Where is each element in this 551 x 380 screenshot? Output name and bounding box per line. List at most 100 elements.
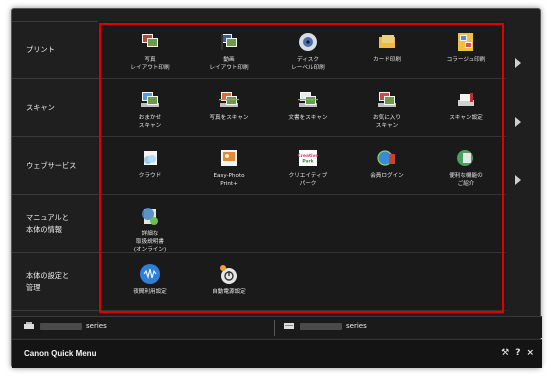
category-label-line: 本体の設定と bbox=[26, 270, 70, 280]
creative-park-icon: CreativePark bbox=[298, 150, 319, 166]
scanner-device[interactable]: series bbox=[284, 322, 367, 330]
function-label: 写真をスキャン bbox=[209, 115, 249, 121]
function-button-cloud[interactable]: クラウド bbox=[110, 147, 190, 180]
function-button-online-manual[interactable]: 詳細な 取扱説明書 (オンライン) bbox=[110, 205, 190, 254]
auto-power-icon bbox=[220, 265, 237, 284]
quiet-mode-icon bbox=[140, 264, 160, 284]
cloud-icon bbox=[144, 151, 157, 165]
category-label: プリント bbox=[26, 44, 55, 56]
function-button-document-scan[interactable]: 文書をスキャン bbox=[268, 89, 348, 122]
photo-layout-print-icon bbox=[142, 34, 158, 47]
function-button-quiet-mode[interactable]: 夜間利用設定 bbox=[110, 263, 190, 296]
function-row-2: クラウド Easy-Photo Print+ Creative Park クリエイティブパ… bbox=[98, 137, 506, 195]
device-name-redacted bbox=[300, 322, 342, 330]
scanner-icon bbox=[284, 323, 294, 329]
category-label-line: 管理 bbox=[26, 282, 41, 292]
function-label: ディスク bbox=[297, 57, 319, 63]
function-button-auto-scan[interactable]: おまかせ スキャン bbox=[110, 89, 190, 130]
function-label: 文書をスキャン bbox=[288, 115, 328, 121]
scroll-right-arrow-web[interactable] bbox=[515, 175, 521, 185]
function-label: クラウド bbox=[138, 173, 162, 179]
function-button-video-layout-print[interactable]: 動画 レイアウト印刷 bbox=[189, 31, 269, 72]
function-button-scan-settings[interactable]: スキャン設定 bbox=[426, 89, 506, 122]
function-label: スキャン設定 bbox=[449, 115, 483, 121]
category-label: マニュアルと 本体の情報 bbox=[26, 212, 69, 236]
function-button-card-print[interactable]: カード印刷 bbox=[347, 31, 427, 64]
function-label: 会員ログイン bbox=[370, 173, 404, 179]
footer-tools: ⚒ ? × bbox=[501, 348, 534, 358]
function-row-0: 写真 レイアウト印刷 動画 レイアウト印刷 ディスク レーベル印刷 カード印刷 コラージュ印刷 bbox=[98, 21, 506, 79]
function-label: クリエイティブ bbox=[288, 173, 328, 179]
function-row-1: おまかせ スキャン 写真をスキャン 文書をスキャン お気に入り スキャン スキャン設定 bbox=[98, 79, 506, 137]
function-label: スキャン bbox=[138, 123, 162, 129]
function-button-photo-layout-print[interactable]: 写真 レイアウト印刷 bbox=[110, 31, 190, 72]
easy-photoprint-icon bbox=[221, 150, 237, 166]
collage-print-icon bbox=[458, 33, 473, 51]
function-button-easy-photoprint[interactable]: Easy-Photo Print+ bbox=[189, 147, 269, 188]
category-1: スキャン bbox=[12, 79, 98, 137]
function-label: 夜間利用設定 bbox=[133, 289, 167, 295]
category-2: ウェブサービス bbox=[12, 137, 98, 195]
function-label: 写真 bbox=[144, 57, 156, 63]
function-grid: 写真 レイアウト印刷 動画 レイアウト印刷 ディスク レーベル印刷 カード印刷 コラージュ印刷… bbox=[98, 21, 506, 313]
useful-features-icon bbox=[457, 150, 473, 166]
disc-label-print-icon bbox=[299, 33, 317, 51]
function-label: レイアウト印刷 bbox=[209, 65, 249, 71]
function-label: 詳細な bbox=[141, 231, 159, 237]
category-label: スキャン bbox=[26, 102, 55, 114]
device-series-label: series bbox=[346, 322, 367, 330]
device-name-redacted bbox=[40, 322, 82, 330]
settings-icon[interactable]: ⚒ bbox=[501, 348, 509, 358]
function-label: 取扱説明書 bbox=[136, 239, 164, 245]
online-manual-icon bbox=[142, 208, 158, 225]
function-label: Easy-Photo bbox=[213, 173, 245, 179]
function-button-photo-scan[interactable]: 写真をスキャン bbox=[189, 89, 269, 122]
function-label: パーク bbox=[299, 181, 317, 187]
printer-device[interactable]: series bbox=[24, 322, 107, 330]
function-label: 自動電源設定 bbox=[212, 289, 246, 295]
device-bar: series series bbox=[12, 316, 542, 338]
close-icon[interactable]: × bbox=[526, 348, 534, 358]
function-label: レーベル印刷 bbox=[291, 65, 325, 71]
device-divider bbox=[274, 320, 275, 336]
function-label: お気に入り bbox=[373, 115, 401, 121]
category-label-line: マニュアルと bbox=[26, 212, 69, 222]
function-label: ご紹介 bbox=[457, 181, 475, 187]
category-label-line: ウェブサービス bbox=[26, 160, 77, 170]
help-icon[interactable]: ? bbox=[515, 348, 520, 358]
function-button-member-login[interactable]: 会員ログイン bbox=[347, 147, 427, 180]
function-label: 動画 bbox=[223, 57, 235, 63]
function-button-collage-print[interactable]: コラージュ印刷 bbox=[426, 31, 506, 64]
scroll-right-arrow-print[interactable] bbox=[515, 58, 521, 68]
function-label: 便利な機能の bbox=[449, 173, 483, 179]
function-button-auto-power[interactable]: 自動電源設定 bbox=[189, 263, 269, 296]
function-label: コラージュ印刷 bbox=[446, 57, 486, 63]
category-label-line: スキャン bbox=[26, 102, 55, 112]
app-title: Canon Quick Menu bbox=[24, 349, 97, 358]
category-column: プリントスキャンウェブサービスマニュアルと 本体の情報本体の設定と 管理 bbox=[12, 21, 98, 311]
printer-icon bbox=[24, 322, 34, 329]
function-button-disc-label-print[interactable]: ディスクレーベル印刷 bbox=[268, 31, 348, 72]
scan-settings-icon bbox=[458, 93, 474, 106]
video-layout-print-icon bbox=[221, 34, 237, 50]
creative-park-logo-text: Creative bbox=[298, 153, 319, 159]
document-scan-icon bbox=[298, 92, 318, 107]
category-4: 本体の設定と 管理 bbox=[12, 253, 98, 311]
creative-park-logo-text: Park bbox=[302, 159, 313, 165]
function-button-creative-park[interactable]: Creative Park クリエイティブ パーク bbox=[268, 147, 348, 188]
function-button-useful-features[interactable]: 便利な機能の ご紹介 bbox=[426, 147, 506, 188]
function-label: スキャン bbox=[375, 123, 399, 129]
function-button-favorite-scan[interactable]: お気に入り スキャン bbox=[347, 89, 427, 130]
member-login-icon bbox=[377, 150, 395, 166]
category-0: プリント bbox=[12, 21, 98, 79]
function-label: カード印刷 bbox=[373, 57, 401, 63]
card-print-icon bbox=[379, 35, 395, 48]
scroll-right-arrow-scan[interactable] bbox=[515, 117, 521, 127]
function-label: おまかせ bbox=[138, 115, 162, 121]
auto-scan-icon bbox=[141, 92, 159, 107]
quick-menu-window: プリント スキャン ウェブサービス マニュアルと 本体の情報 本体の設定と 管理 写真 レイア… bbox=[11, 8, 542, 368]
footer-bar: Canon Quick Menu ⚒ ? × bbox=[12, 339, 542, 368]
favorite-scan-icon bbox=[378, 92, 396, 107]
device-series-label: series bbox=[86, 322, 107, 330]
category-label-line: プリント bbox=[26, 45, 55, 54]
